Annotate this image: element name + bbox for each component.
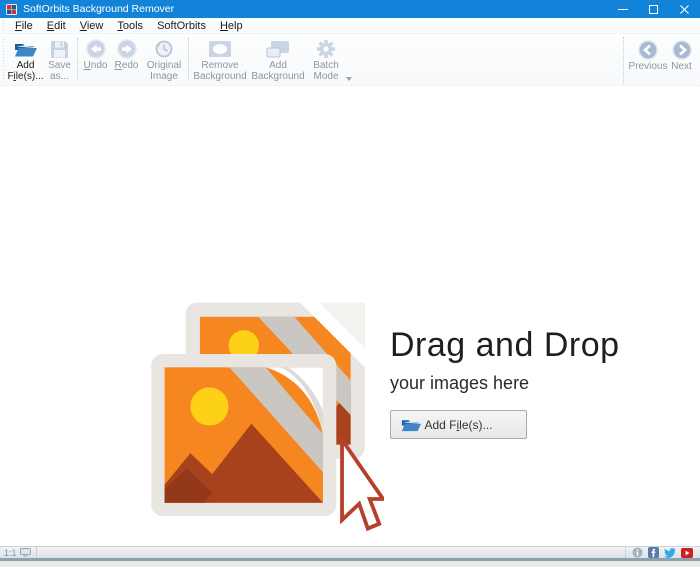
toolbar-next-label: Next [671,61,692,72]
save-icon [50,38,69,60]
toolbar: Add File(s)... Save as... Undo [0,34,700,86]
open-folder-icon [401,417,422,433]
toolbar-undo-label: Undo [84,60,108,71]
toolbar-overflow-button[interactable] [346,77,352,81]
toolbar-add-files-button[interactable]: Add File(s)... [7,37,44,83]
maximize-button[interactable] [638,0,669,18]
open-folder-icon [14,38,38,60]
toolbar-remove-background-button[interactable]: Remove Background [191,37,249,83]
toolbar-navigation-group: Previous Next [623,37,700,83]
facebook-icon[interactable] [648,547,659,558]
titlebar: SoftOrbits Background Remover [0,0,700,18]
remove-background-icon [208,38,232,60]
app-window: SoftOrbits Background Remover File Edi [0,0,700,567]
toolbar-redo-label: Redo [115,60,139,71]
zoom-ratio-label: 1:1 [4,548,17,558]
statusbar: 1:1 [0,546,700,558]
minimize-icon [618,4,628,14]
toolbar-add-background-button[interactable]: Add Background [249,37,307,83]
redo-icon [117,38,137,60]
hero-subline: your images here [390,373,620,394]
toolbar-save-as-label: Save as... [46,60,73,82]
add-files-button-label: Add File(s)... [424,418,492,432]
toolbar-grip[interactable] [2,39,5,79]
history-icon [154,38,174,60]
zoom-ratio-cell: 1:1 [0,547,37,558]
toolbar-original-image-button[interactable]: Original Image [142,37,186,83]
menu-file[interactable]: File [8,19,40,33]
toolbar-undo-button[interactable]: Undo [80,37,111,72]
toolbar-separator [188,38,189,80]
menubar: File Edit View Tools SoftOrbits Help [0,18,700,34]
menu-view[interactable]: View [73,19,111,33]
info-icon[interactable] [632,547,643,558]
toolbar-next-button[interactable]: Next [667,38,696,73]
menu-softorbits[interactable]: SoftOrbits [150,19,213,33]
window-controls [607,0,700,18]
menubar-grip[interactable] [2,20,5,32]
toolbar-redo-button[interactable]: Redo [111,37,142,72]
statusbar-links [625,547,700,558]
overflow-chevron-icon [346,77,352,81]
toolbar-previous-button[interactable]: Previous [629,38,667,73]
close-icon [680,5,689,14]
maximize-icon [649,5,658,14]
toolbar-save-as-button[interactable]: Save as... [44,37,75,83]
close-button[interactable] [669,0,700,18]
hero-text-block: Drag and Drop your images here Add File(… [390,324,620,439]
gear-icon [316,38,336,60]
next-icon [672,39,692,61]
drop-area[interactable]: Drag and Drop your images here Add File(… [0,86,700,546]
add-files-button[interactable]: Add File(s)... [390,410,527,439]
undo-icon [86,38,106,60]
previous-icon [638,39,658,61]
youtube-icon[interactable] [681,548,693,558]
toolbar-add-background-label: Add Background [251,60,305,82]
toolbar-original-image-label: Original Image [144,60,184,82]
toolbar-add-files-label: Add File(s)... [7,60,43,82]
menu-tools[interactable]: Tools [110,19,150,33]
add-background-icon [266,38,290,60]
window-title: SoftOrbits Background Remover [23,3,607,15]
toolbar-separator [77,38,78,80]
menu-edit[interactable]: Edit [40,19,73,33]
twitter-icon[interactable] [664,547,676,559]
photos-illustration [136,290,384,542]
toolbar-previous-label: Previous [629,61,668,72]
minimize-button[interactable] [607,0,638,18]
hero-headline: Drag and Drop [390,324,620,366]
toolbar-remove-background-label: Remove Background [193,60,247,82]
menu-help[interactable]: Help [213,19,250,33]
toolbar-batch-mode-button[interactable]: Batch Mode [307,37,345,83]
monitor-icon [20,548,31,557]
app-icon [6,4,17,15]
window-bottom-band [0,561,700,567]
toolbar-batch-mode-label: Batch Mode [309,60,343,82]
front-photo-card [151,354,336,516]
